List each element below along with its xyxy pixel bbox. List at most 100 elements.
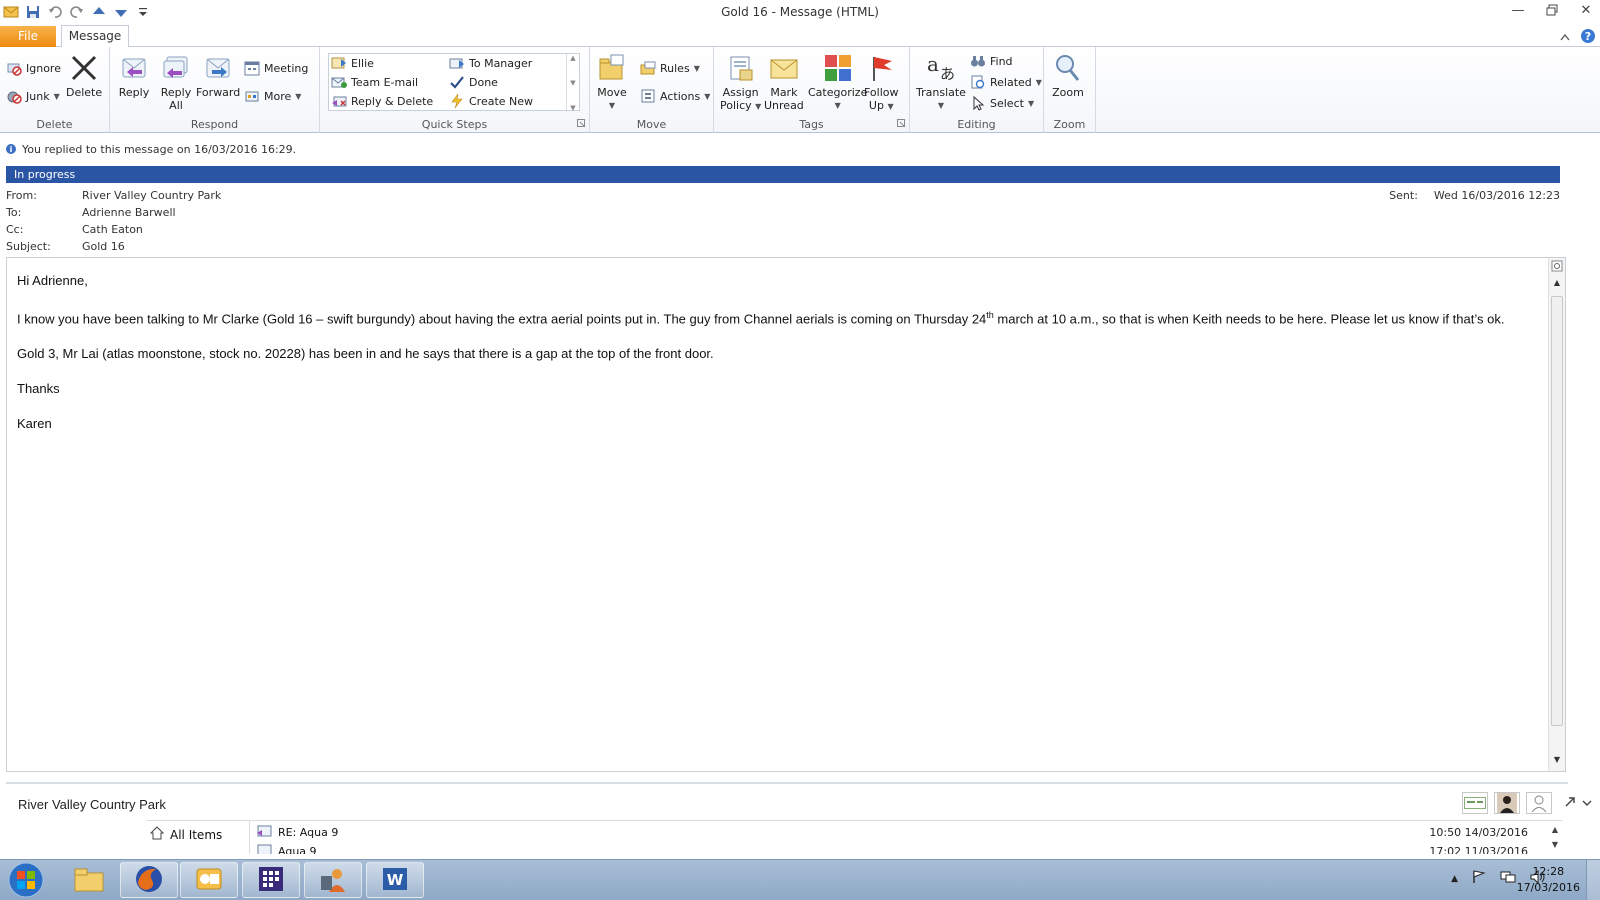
action-center-flag-icon[interactable] <box>1472 870 1486 887</box>
replied-text: You replied to this message on 16/03/201… <box>22 142 297 156</box>
find-button[interactable]: Find <box>970 52 1013 70</box>
quick-steps-scroll[interactable]: ▲ ▼ ▼ <box>566 54 579 112</box>
move-button[interactable]: Move ▼ <box>596 51 628 112</box>
translate-icon: aあ <box>925 51 957 85</box>
start-button[interactable] <box>4 861 48 899</box>
categorize-button[interactable]: Categorize ▼ <box>808 51 867 112</box>
quick-step-ellie[interactable]: Ellie <box>331 54 374 72</box>
to-manager-icon <box>449 55 465 71</box>
body-paragraph-1: I know you have been talking to Mr Clark… <box>17 310 1505 327</box>
previous-item-icon[interactable] <box>91 4 107 20</box>
magnifier-icon <box>1052 51 1084 85</box>
scroll-thumb[interactable] <box>1551 296 1563 726</box>
close-button[interactable]: ✕ <box>1578 2 1594 18</box>
view-options-icon[interactable] <box>1549 260 1565 274</box>
info-icon: i <box>6 144 16 154</box>
taskbar-explorer-button[interactable] <box>60 862 118 898</box>
reply-button[interactable]: Reply <box>118 51 150 99</box>
more-button[interactable]: More ▼ <box>244 87 301 105</box>
quick-step-done[interactable]: Done <box>449 73 498 91</box>
meeting-button[interactable]: Meeting <box>244 59 308 77</box>
list-item[interactable]: RE: Aqua 9 <box>256 824 338 841</box>
zoom-button[interactable]: Zoom <box>1052 51 1084 99</box>
assign-policy-button[interactable]: Assign Policy ▼ <box>720 51 761 113</box>
system-clock[interactable]: 12:28 17/03/2016 <box>1517 864 1580 896</box>
select-button[interactable]: Select ▼ <box>970 94 1034 112</box>
sent-row: Sent: Wed 16/03/2016 12:23 <box>1389 189 1560 202</box>
reply-delete-icon <box>331 93 347 109</box>
collapse-people-pane-icon[interactable] <box>1582 797 1592 810</box>
restore-button[interactable] <box>1544 2 1560 18</box>
expand-people-pane-icon[interactable] <box>1564 796 1576 811</box>
person-placeholder-icon[interactable] <box>1526 792 1552 814</box>
show-desktop-button[interactable] <box>1586 860 1600 900</box>
checkmark-icon <box>449 74 465 90</box>
quick-access-toolbar <box>0 4 151 20</box>
outlook-app-icon[interactable] <box>3 4 19 20</box>
translate-button[interactable]: aあ Translate ▼ <box>916 51 966 112</box>
customize-qat-icon[interactable] <box>135 4 151 20</box>
rules-button[interactable]: Rules ▼ <box>640 59 700 77</box>
related-button[interactable]: Related ▼ <box>970 73 1042 91</box>
mark-unread-button[interactable]: Mark Unread <box>764 51 804 112</box>
scroll-up-arrow[interactable]: ▲ <box>1549 278 1565 292</box>
follow-up-button[interactable]: Follow Up ▼ <box>864 51 899 113</box>
tab-file[interactable]: File <box>0 26 56 47</box>
minimize-button[interactable]: — <box>1510 2 1526 18</box>
message-body[interactable]: Hi Adrienne, I know you have been talkin… <box>6 257 1566 772</box>
from-value[interactable]: River Valley Country Park <box>82 189 221 202</box>
junk-button[interactable]: Junk ▼ <box>6 87 60 105</box>
save-icon[interactable] <box>25 4 41 20</box>
forward-button[interactable]: Forward <box>196 51 240 99</box>
related-icon <box>970 74 986 90</box>
expand-gallery-icon[interactable]: ▼ <box>570 104 575 112</box>
quick-step-reply-delete[interactable]: Reply & Delete <box>331 92 433 110</box>
sent-value: Wed 16/03/2016 12:23 <box>1433 189 1560 202</box>
list-item[interactable]: Aqua 9 <box>256 843 317 854</box>
clock-date: 17/03/2016 <box>1516 881 1580 894</box>
home-icon <box>149 826 165 843</box>
taskbar-word-button[interactable]: W <box>366 862 424 898</box>
tags-dialog-launcher-icon[interactable] <box>897 117 905 130</box>
show-hidden-icons[interactable]: ▲ <box>1451 874 1458 884</box>
assign-policy-icon <box>725 51 757 85</box>
cc-value[interactable]: Cath Eaton <box>82 223 143 236</box>
network-icon[interactable] <box>1500 870 1516 887</box>
items-scroll[interactable]: ▲ ▼ <box>1552 825 1558 849</box>
taskbar-calendar-app-button[interactable] <box>242 862 300 898</box>
contact-card-icon[interactable] <box>1462 792 1488 814</box>
quick-step-team-email[interactable]: Team E-mail <box>331 73 418 91</box>
taskbar-outlook-button[interactable] <box>180 862 238 898</box>
grid-app-icon <box>256 864 286 897</box>
categorize-icon <box>822 51 854 85</box>
taskbar-firefox-button[interactable] <box>120 862 178 898</box>
redo-icon[interactable] <box>69 4 85 20</box>
delete-button[interactable]: Delete <box>66 51 102 99</box>
scroll-down-icon[interactable]: ▼ <box>570 79 575 87</box>
minimize-ribbon-icon[interactable] <box>1560 31 1570 44</box>
reply-all-button[interactable]: Reply All <box>160 51 192 112</box>
tab-message[interactable]: Message <box>61 25 129 48</box>
ignore-button[interactable]: Ignore <box>6 59 61 77</box>
scroll-down-icon[interactable]: ▼ <box>1552 840 1558 849</box>
to-value[interactable]: Adrienne Barwell <box>82 206 176 219</box>
next-item-icon[interactable] <box>113 4 129 20</box>
folder-move-icon <box>596 51 628 85</box>
contact-photo-avatar[interactable] <box>1494 792 1520 814</box>
scroll-down-arrow[interactable]: ▼ <box>1549 755 1565 769</box>
undo-icon[interactable] <box>47 4 63 20</box>
people-pane-thumbnails <box>1462 792 1592 814</box>
actions-button[interactable]: Actions ▼ <box>640 87 710 105</box>
folder-icon <box>73 865 105 896</box>
quick-step-create-new[interactable]: Create New <box>449 92 533 110</box>
help-icon[interactable]: ? <box>1580 28 1596 47</box>
body-scrollbar[interactable]: ▲ ▼ <box>1548 258 1565 771</box>
scroll-up-icon[interactable]: ▲ <box>1552 825 1558 834</box>
dialog-launcher-icon[interactable] <box>577 117 585 130</box>
quick-step-to-manager[interactable]: To Manager <box>449 54 532 72</box>
taskbar-contacts-app-button[interactable] <box>304 862 362 898</box>
scroll-up-icon[interactable]: ▲ <box>570 54 575 62</box>
people-pane-items: All Items RE: Aqua 9 10:50 14/03/2016 Aq… <box>146 820 1562 854</box>
people-pane-divider[interactable] <box>6 782 1568 784</box>
all-items-tab[interactable]: All Items <box>146 821 250 854</box>
